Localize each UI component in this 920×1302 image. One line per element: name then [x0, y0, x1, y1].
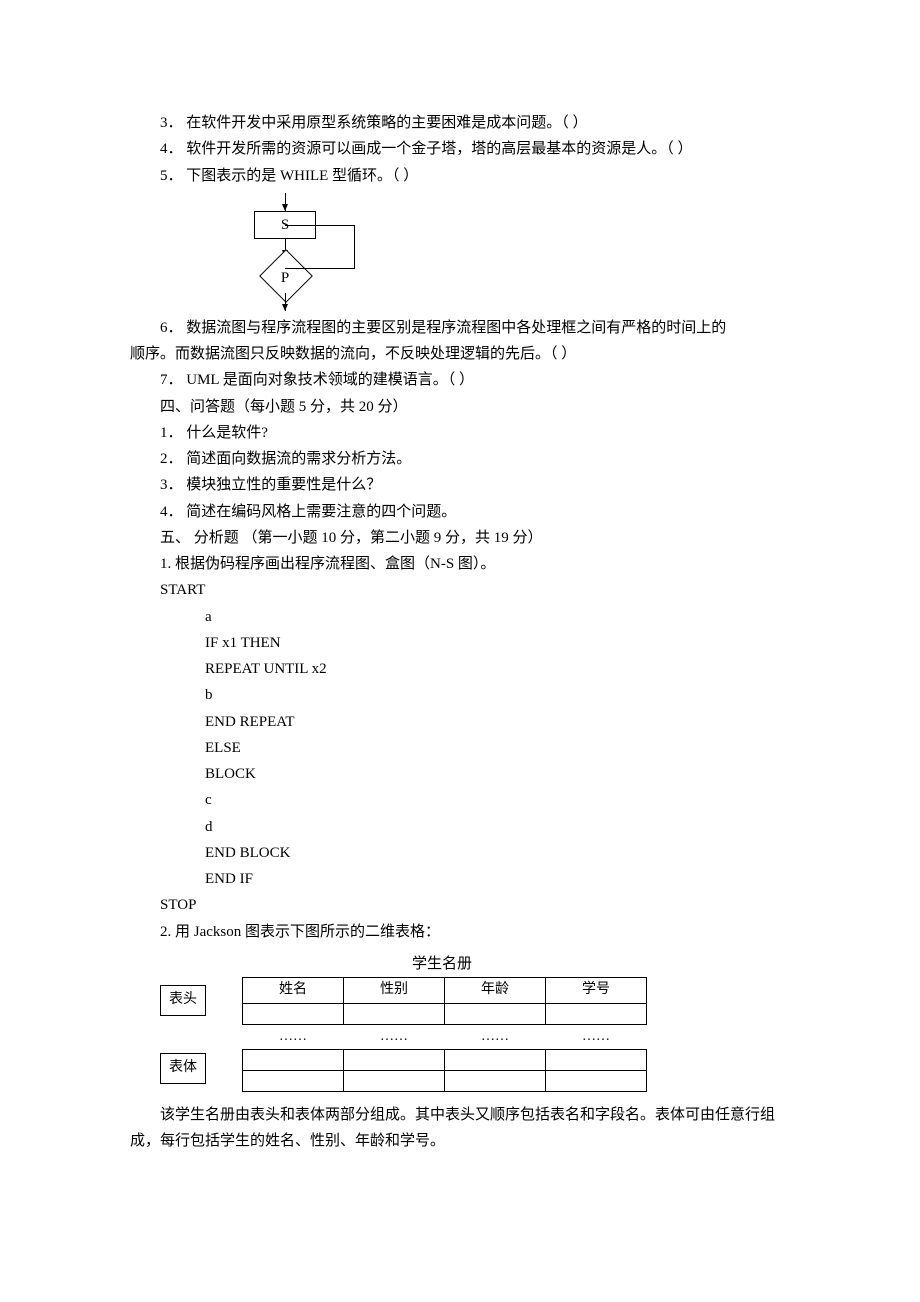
s4-q4: 4． 简述在编码风格上需要注意的四个问题。	[130, 499, 790, 525]
code-line: REPEAT UNTIL x2	[130, 656, 790, 682]
table-row	[243, 1050, 647, 1071]
col-age: 年龄	[445, 978, 546, 1004]
s4-q3: 3． 模块独立性的重要性是什么？	[130, 472, 790, 498]
code-line: d	[130, 814, 790, 840]
question-4: 4． 软件开发所需的资源可以画成一个金子塔，塔的高层最基本的资源是人。（ ）	[130, 136, 790, 162]
table-row-ellipsis: …… …… …… ……	[243, 1024, 647, 1050]
code-line: a	[130, 604, 790, 630]
s4-q2: 2． 简述面向数据流的需求分析方法。	[130, 446, 790, 472]
code-line: BLOCK	[130, 761, 790, 787]
table-row	[243, 1003, 647, 1024]
code-line: START	[130, 577, 790, 603]
col-gender: 性别	[344, 978, 445, 1004]
roster-body-label: 表体	[160, 1053, 206, 1084]
code-line: END REPEAT	[130, 709, 790, 735]
code-line: ELSE	[130, 735, 790, 761]
table-row: 姓名 性别 年龄 学号	[243, 978, 647, 1004]
question-3: 3． 在软件开发中采用原型系统策略的主要困难是成本问题。（ ）	[130, 110, 790, 136]
question-6-line2: 顺序。而数据流图只反映数据的流向，不反映处理逻辑的先后。（ ）	[130, 341, 790, 367]
s5-q2: 2. 用 Jackson 图表示下图所示的二维表格：	[130, 919, 790, 945]
flowchart-while-loop: S P	[205, 189, 365, 315]
roster-header-label: 表头	[160, 985, 206, 1016]
code-line: b	[130, 682, 790, 708]
question-5: 5． 下图表示的是 WHILE 型循环。（ ）	[130, 163, 790, 189]
roster-figure: 学生名册 表头 表体 姓名 性别 年龄 学号 …… …… …… ……	[160, 951, 790, 1092]
roster-title: 学生名册	[242, 951, 642, 977]
col-id: 学号	[546, 978, 647, 1004]
code-line: END BLOCK	[130, 840, 790, 866]
code-line: c	[130, 787, 790, 813]
code-line: STOP	[130, 892, 790, 918]
roster-description: 该学生名册由表头和表体两部分组成。其中表头又顺序包括表名和字段名。表体可由任意行…	[130, 1102, 790, 1155]
section-4-heading: 四、问答题（每小题 5 分，共 20 分）	[130, 394, 790, 420]
document-page: 3． 在软件开发中采用原型系统策略的主要困难是成本问题。（ ） 4． 软件开发所…	[0, 0, 920, 1302]
question-7: 7． UML 是面向对象技术领域的建模语言。（ ）	[130, 367, 790, 393]
section-5-heading: 五、 分析题 （第一小题 10 分，第二小题 9 分，共 19 分）	[130, 525, 790, 551]
question-6-line1: 6． 数据流图与程序流程图的主要区别是程序流程图中各处理框之间有严格的时间上的	[130, 315, 790, 341]
flowchart-loop-line	[354, 225, 355, 269]
s5-q1: 1. 根据伪码程序画出程序流程图、盒图（N-S 图）。	[130, 551, 790, 577]
roster-table: 姓名 性别 年龄 学号 …… …… …… ……	[242, 977, 647, 1092]
flowchart-decision: P	[255, 257, 315, 293]
code-line: END IF	[130, 866, 790, 892]
table-row	[243, 1071, 647, 1092]
code-line: IF x1 THEN	[130, 630, 790, 656]
col-name: 姓名	[243, 978, 344, 1004]
s4-q1: 1． 什么是软件?	[130, 420, 790, 446]
